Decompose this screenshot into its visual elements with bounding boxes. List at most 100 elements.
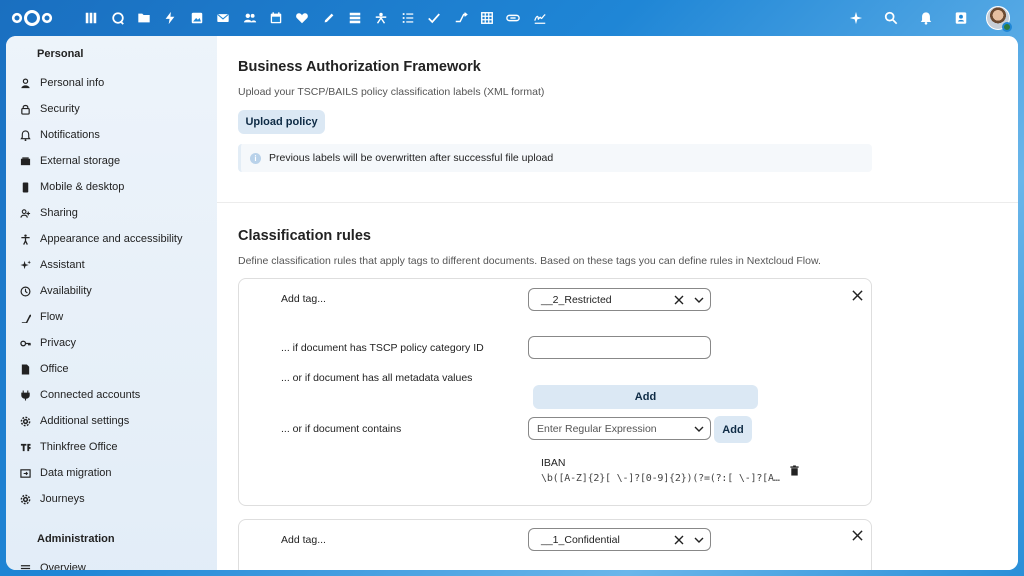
- notes-icon[interactable]: [316, 0, 342, 36]
- sidebar-item-notifications[interactable]: Notifications: [14, 123, 210, 147]
- favorites-icon[interactable]: [289, 0, 315, 36]
- sidebar-item-label: Journeys: [40, 493, 85, 505]
- top-header: [0, 0, 1024, 36]
- sidebar-item-privacy[interactable]: Privacy: [14, 331, 210, 355]
- user-avatar[interactable]: [986, 6, 1012, 32]
- remove-rule-button[interactable]: [848, 526, 866, 544]
- sidebar-item-appearance-and-accessibility[interactable]: Appearance and accessibility: [14, 227, 210, 251]
- contacts-menu-icon[interactable]: [943, 0, 978, 36]
- category-id-input[interactable]: [528, 336, 711, 359]
- links-icon[interactable]: [500, 0, 526, 36]
- app-menu: [78, 0, 553, 36]
- tag-select[interactable]: __2_Restricted: [528, 288, 711, 311]
- regex-value: \b([A-Z]{2}[ \-]?[0-9]{2})(?=(?:[ \-]?[A…: [541, 473, 781, 484]
- contacts-icon[interactable]: [236, 0, 262, 36]
- tag-select-value: __2_Restricted: [541, 293, 612, 306]
- cog-icon: [17, 491, 33, 507]
- sidebar-item-assistant[interactable]: Assistant: [14, 253, 210, 277]
- sidebar-item-label: Privacy: [40, 337, 77, 349]
- info-notice: i Previous labels will be overwritten af…: [238, 144, 872, 172]
- baf-title: Business Authorization Framework: [238, 59, 481, 75]
- sidebar-item-label: Appearance and accessibility: [40, 233, 183, 245]
- settings-sidebar: Personal Personal info Security Notificati…: [6, 36, 217, 570]
- calendar-icon[interactable]: [263, 0, 289, 36]
- sidebar-item-label: Office: [40, 363, 69, 375]
- collectives-icon[interactable]: [368, 0, 394, 36]
- nextcloud-logo[interactable]: [10, 8, 54, 28]
- remove-rule-button[interactable]: [848, 286, 866, 304]
- sidebar-item-label: Additional settings: [40, 415, 130, 427]
- sidebar-item-label: Data migration: [40, 467, 112, 479]
- sidebar-item-connected-accounts[interactable]: Connected accounts: [14, 383, 210, 407]
- share-icon: [17, 205, 33, 221]
- tag-select[interactable]: __1_Confidential: [528, 528, 711, 551]
- flow-icon: [17, 309, 33, 325]
- sidebar-item-label: Notifications: [40, 129, 100, 141]
- storage-icon: [17, 153, 33, 169]
- photos-icon[interactable]: [184, 0, 210, 36]
- regex-name: IBAN: [541, 457, 566, 469]
- notifications-icon[interactable]: [908, 0, 943, 36]
- rule-card: Add tag... __1_Confidential: [238, 519, 872, 570]
- sidebar-item-label: Overview: [40, 562, 86, 570]
- bell-icon: [17, 127, 33, 143]
- tables-icon[interactable]: [474, 0, 500, 36]
- trash-icon: [789, 464, 799, 476]
- add-tag-label: Add tag...: [281, 534, 326, 546]
- sidebar-item-flow[interactable]: Flow: [14, 305, 210, 329]
- sidebar-item-sharing[interactable]: Sharing: [14, 201, 210, 225]
- sidebar-item-overview[interactable]: Overview: [14, 556, 210, 570]
- sidebar-item-external-storage[interactable]: External storage: [14, 149, 210, 173]
- files-icon[interactable]: [131, 0, 157, 36]
- sidebar-item-label: Sharing: [40, 207, 78, 219]
- sidebar-item-additional-settings[interactable]: Additional settings: [14, 409, 210, 433]
- chevron-down-icon[interactable]: [690, 531, 708, 549]
- clear-icon[interactable]: [670, 531, 688, 549]
- flow-icon[interactable]: [447, 0, 473, 36]
- settings-window: Personal Personal info Security Notificati…: [6, 36, 1018, 570]
- category-label: ... if document has TSCP policy category…: [281, 342, 484, 354]
- clear-icon[interactable]: [670, 291, 688, 309]
- sidebar-item-label: Connected accounts: [40, 389, 141, 401]
- activity-icon[interactable]: [157, 0, 183, 36]
- regex-placeholder: Enter Regular Expression: [537, 422, 657, 435]
- deck-icon[interactable]: [342, 0, 368, 36]
- gear-icon: [17, 413, 33, 429]
- assistant-icon[interactable]: [838, 0, 873, 36]
- add-metadata-button[interactable]: Add: [533, 385, 758, 409]
- document-icon: [17, 361, 33, 377]
- user-icon: [17, 75, 33, 91]
- sidebar-item-label: Security: [40, 103, 80, 115]
- talk-icon[interactable]: [104, 0, 130, 36]
- sidebar-item-mobile-desktop[interactable]: Mobile & desktop: [14, 175, 210, 199]
- clock-icon: [17, 283, 33, 299]
- checklist-icon[interactable]: [421, 0, 447, 36]
- contains-label: ... or if document contains: [281, 423, 402, 435]
- add-regex-button[interactable]: Add: [714, 416, 752, 443]
- dashboard-icon[interactable]: [78, 0, 104, 36]
- regex-select[interactable]: Enter Regular Expression: [528, 417, 711, 440]
- mail-icon[interactable]: [210, 0, 236, 36]
- sparkle-icon: [17, 257, 33, 273]
- sidebar-item-availability[interactable]: Availability: [14, 279, 210, 303]
- delete-regex-button[interactable]: [787, 463, 801, 477]
- sidebar-item-data-migration[interactable]: Data migration: [14, 461, 210, 485]
- sidebar-item-personal-info[interactable]: Personal info: [14, 71, 210, 95]
- upload-policy-button[interactable]: Upload policy: [238, 110, 325, 134]
- sidebar-item-thinkfree-office[interactable]: Thinkfree Office: [14, 435, 210, 459]
- sidebar-item-office[interactable]: Office: [14, 357, 210, 381]
- signature-icon[interactable]: [527, 0, 553, 36]
- info-icon: i: [250, 152, 261, 164]
- online-status-icon: [1002, 22, 1012, 32]
- sidebar-item-journeys[interactable]: Journeys: [14, 487, 210, 511]
- tasks-icon[interactable]: [395, 0, 421, 36]
- sidebar-item-security[interactable]: Security: [14, 97, 210, 121]
- sidebar-item-label: Thinkfree Office: [40, 441, 118, 453]
- tag-select-value: __1_Confidential: [541, 533, 620, 546]
- sidebar-item-label: External storage: [40, 155, 121, 167]
- rule-card: Add tag... __2_Restricted ... if documen…: [238, 278, 872, 506]
- search-icon[interactable]: [873, 0, 908, 36]
- chevron-down-icon[interactable]: [690, 291, 708, 309]
- lock-icon: [17, 101, 33, 117]
- chevron-down-icon[interactable]: [690, 420, 708, 438]
